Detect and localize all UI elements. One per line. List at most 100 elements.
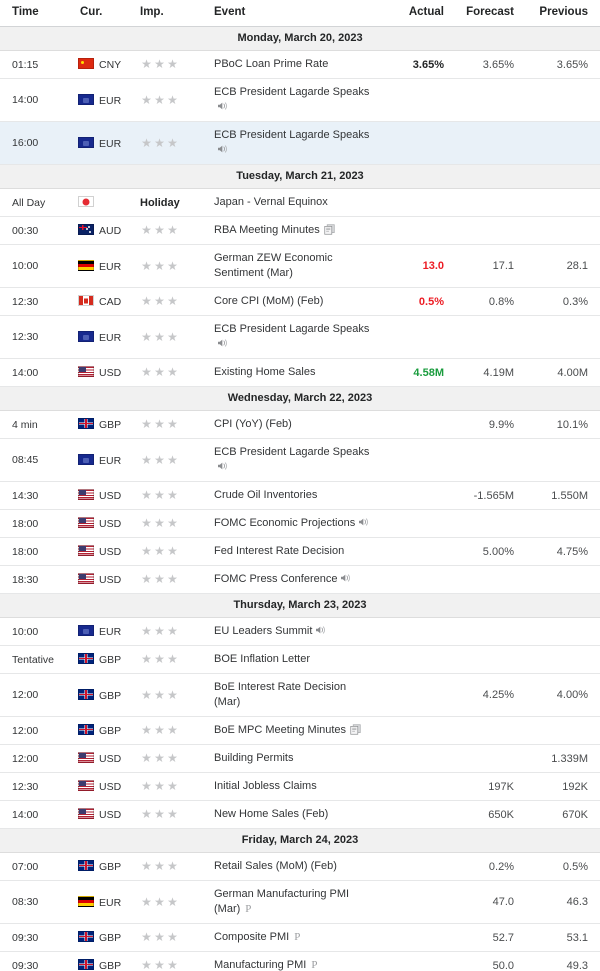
column-header-importance[interactable]: Imp.	[134, 0, 210, 27]
column-header-forecast[interactable]: Forecast	[452, 0, 524, 27]
event-importance[interactable]: ★ ★ ★	[134, 716, 210, 745]
event-row[interactable]: 14:00 USD ★ ★ ★ Existing Home Sales 4.58M 4.19M…	[0, 358, 600, 387]
star-icon: ★	[154, 859, 165, 873]
speaker-icon[interactable]	[217, 144, 229, 154]
event-name[interactable]: German ZEW Economic Sentiment (Mar)	[214, 252, 333, 279]
event-name[interactable]: ECB President Lagarde Speaks	[214, 323, 369, 335]
event-row[interactable]: 16:00 EUR ★ ★ ★ ECB President Lagarde Speaks	[0, 121, 600, 165]
event-name[interactable]: Building Permits	[214, 752, 293, 764]
event-row[interactable]: All Day Holiday Japan - Vernal Equinox	[0, 188, 600, 217]
event-importance[interactable]: ★ ★ ★	[134, 438, 210, 482]
event-row[interactable]: 09:30 GBP ★ ★ ★ Composite PMI P 52.7 53.1	[0, 923, 600, 952]
event-importance[interactable]: ★ ★ ★	[134, 565, 210, 594]
event-importance[interactable]: ★ ★ ★	[134, 358, 210, 387]
event-row[interactable]: 10:00 EUR ★ ★ ★ EU Leaders Summit	[0, 617, 600, 646]
event-importance[interactable]: ★ ★ ★	[134, 481, 210, 510]
event-time: 14:30	[0, 481, 76, 510]
event-importance[interactable]: ★ ★ ★	[134, 744, 210, 773]
event-row[interactable]: 14:30 USD ★ ★ ★ Crude Oil Inventories -1.565M 1…	[0, 481, 600, 510]
event-importance[interactable]: ★ ★ ★	[134, 287, 210, 316]
event-importance[interactable]: ★ ★ ★	[134, 537, 210, 566]
event-row[interactable]: 12:30 EUR ★ ★ ★ ECB President Lagarde Speaks	[0, 315, 600, 359]
event-forecast	[452, 438, 524, 482]
speaker-icon[interactable]	[315, 625, 327, 635]
event-row[interactable]: 18:30 USD ★ ★ ★ FOMC Press Conference	[0, 565, 600, 594]
event-row[interactable]: 01:15 CNY ★ ★ ★ PBoC Loan Prime Rate 3.65% 3.65…	[0, 50, 600, 79]
currency-code: CAD	[99, 296, 122, 308]
event-name[interactable]: Retail Sales (MoM) (Feb)	[214, 860, 337, 872]
event-importance[interactable]: ★ ★ ★	[134, 673, 210, 717]
event-importance[interactable]: ★ ★ ★	[134, 244, 210, 288]
event-row[interactable]: 00:30 AUD ★ ★ ★ RBA Meeting Minutes	[0, 216, 600, 245]
event-name[interactable]: ECB President Lagarde Speaks	[214, 446, 369, 458]
speaker-icon[interactable]	[217, 338, 229, 348]
event-importance[interactable]: ★ ★ ★	[134, 923, 210, 952]
document-icon[interactable]	[350, 724, 361, 735]
event-name[interactable]: Japan - Vernal Equinox	[214, 196, 328, 208]
event-importance[interactable]: Holiday	[134, 188, 210, 217]
event-name[interactable]: Manufacturing PMI	[214, 959, 306, 971]
document-icon[interactable]	[324, 224, 335, 235]
event-importance[interactable]: ★ ★ ★	[134, 852, 210, 881]
column-header-currency[interactable]: Cur.	[76, 0, 134, 27]
event-row[interactable]: 08:30 EUR ★ ★ ★ German Manufacturing PMI (Mar…	[0, 880, 600, 924]
event-name[interactable]: BoE Interest Rate Decision (Mar)	[214, 681, 346, 708]
event-importance[interactable]: ★ ★ ★	[134, 78, 210, 122]
event-row[interactable]: 18:00 USD ★ ★ ★ Fed Interest Rate Decision 5.0…	[0, 537, 600, 566]
event-name[interactable]: Composite PMI	[214, 931, 289, 943]
event-row[interactable]: 14:00 USD ★ ★ ★ New Home Sales (Feb) 650K 670K	[0, 800, 600, 829]
event-name[interactable]: ECB President Lagarde Speaks	[214, 86, 369, 98]
column-header-time[interactable]: Time	[0, 0, 76, 27]
column-header-previous[interactable]: Previous	[524, 0, 600, 27]
event-name[interactable]: Core CPI (MoM) (Feb)	[214, 295, 323, 307]
event-row[interactable]: 12:00 GBP ★ ★ ★ BoE MPC Meeting Minutes	[0, 716, 600, 745]
event-importance[interactable]: ★ ★ ★	[134, 216, 210, 245]
event-actual	[378, 537, 452, 566]
event-row[interactable]: 12:30 USD ★ ★ ★ Initial Jobless Claims 197K 192…	[0, 772, 600, 801]
event-row[interactable]: 08:45 EUR ★ ★ ★ ECB President Lagarde Speaks	[0, 438, 600, 482]
event-row[interactable]: 07:00 GBP ★ ★ ★ Retail Sales (MoM) (Feb) 0.2% 0…	[0, 852, 600, 881]
event-row[interactable]: 12:00 USD ★ ★ ★ Building Permits 1.339M	[0, 744, 600, 773]
column-header-event[interactable]: Event	[210, 0, 378, 27]
event-name[interactable]: ECB President Lagarde Speaks	[214, 129, 369, 141]
event-name[interactable]: FOMC Press Conference	[214, 573, 337, 585]
speaker-icon[interactable]	[217, 461, 229, 471]
speaker-icon[interactable]	[217, 101, 229, 111]
event-row[interactable]: 18:00 USD ★ ★ ★ FOMC Economic Projections	[0, 509, 600, 538]
event-importance[interactable]: ★ ★ ★	[134, 509, 210, 538]
event-name[interactable]: New Home Sales (Feb)	[214, 808, 328, 820]
event-name[interactable]: EU Leaders Summit	[214, 625, 312, 637]
column-header-actual[interactable]: Actual	[378, 0, 452, 27]
event-name[interactable]: Initial Jobless Claims	[214, 780, 317, 792]
speaker-icon[interactable]	[358, 517, 370, 527]
event-importance[interactable]: ★ ★ ★	[134, 951, 210, 971]
event-importance[interactable]: ★ ★ ★	[134, 121, 210, 165]
event-importance[interactable]: ★ ★ ★	[134, 880, 210, 924]
event-row[interactable]: 10:00 EUR ★ ★ ★ German ZEW Economic Sentiment…	[0, 244, 600, 288]
event-name[interactable]: CPI (YoY) (Feb)	[214, 418, 292, 430]
event-importance[interactable]: ★ ★ ★	[134, 617, 210, 646]
event-name[interactable]: German Manufacturing PMI (Mar)	[214, 888, 349, 915]
event-importance[interactable]: ★ ★ ★	[134, 645, 210, 674]
speaker-icon[interactable]	[340, 573, 352, 583]
event-importance[interactable]: ★ ★ ★	[134, 410, 210, 439]
event-name[interactable]: FOMC Economic Projections	[214, 517, 355, 529]
event-row[interactable]: 09:30 GBP ★ ★ ★ Manufacturing PMI P 50.0 49.3	[0, 951, 600, 971]
event-name[interactable]: Fed Interest Rate Decision	[214, 545, 344, 557]
event-row[interactable]: 12:30 CAD ★ ★ ★ Core CPI (MoM) (Feb) 0.5% 0.8% 0…	[0, 287, 600, 316]
event-row[interactable]: 12:00 GBP ★ ★ ★ BoE Interest Rate Decision (M…	[0, 673, 600, 717]
event-importance[interactable]: ★ ★ ★	[134, 772, 210, 801]
event-importance[interactable]: ★ ★ ★	[134, 50, 210, 79]
event-name[interactable]: BOE Inflation Letter	[214, 653, 310, 665]
event-time: 12:00	[0, 716, 76, 745]
event-name[interactable]: RBA Meeting Minutes	[214, 224, 320, 236]
event-row[interactable]: Tentative GBP ★ ★ ★ BOE Inflation Letter	[0, 645, 600, 674]
event-row[interactable]: 4 min GBP ★ ★ ★ CPI (YoY) (Feb) 9.9% 10.1%	[0, 410, 600, 439]
event-name[interactable]: Existing Home Sales	[214, 366, 316, 378]
event-importance[interactable]: ★ ★ ★	[134, 315, 210, 359]
event-name[interactable]: BoE MPC Meeting Minutes	[214, 724, 346, 736]
event-row[interactable]: 14:00 EUR ★ ★ ★ ECB President Lagarde Speaks	[0, 78, 600, 122]
event-name[interactable]: PBoC Loan Prime Rate	[214, 58, 328, 70]
event-name[interactable]: Crude Oil Inventories	[214, 489, 317, 501]
event-importance[interactable]: ★ ★ ★	[134, 800, 210, 829]
